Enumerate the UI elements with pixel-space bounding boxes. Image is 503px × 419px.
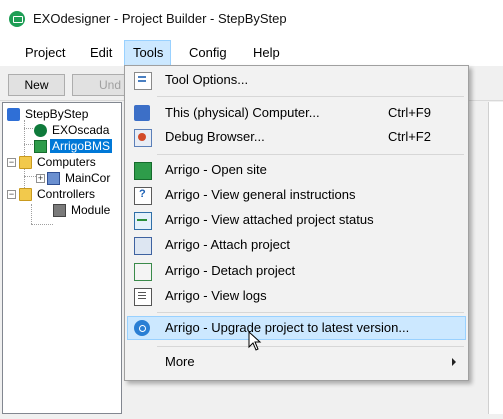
menu-item-tool-options[interactable]: Tool Options... — [127, 68, 466, 92]
menu-item-arrigo-project-status[interactable]: Arrigo - View attached project status — [127, 208, 466, 232]
project-status-icon — [134, 212, 152, 230]
tree-item-stepbystep[interactable]: StepByStep — [7, 106, 90, 122]
project-tree[interactable]: StepByStep EXOscada ArrigoBMS − Computer… — [2, 102, 122, 414]
menu-item-arrigo-instructions[interactable]: Arrigo - View general instructions — [127, 183, 466, 207]
menu-help[interactable]: Help — [245, 40, 288, 66]
tree-guide-line — [24, 144, 33, 145]
expand-icon[interactable]: + — [36, 174, 45, 183]
app-window: EXOdesigner - Project Builder - StepBySt… — [0, 0, 503, 419]
computer-icon — [134, 105, 150, 121]
menu-item-this-computer[interactable]: This (physical) Computer... Ctrl+F9 — [127, 101, 466, 125]
tree-guide-line — [24, 176, 36, 177]
tree-guide-line — [24, 128, 33, 129]
tool-options-icon — [134, 72, 152, 90]
new-button[interactable]: New — [8, 74, 65, 96]
tree-item-maincomputer[interactable]: + MainCor — [36, 170, 112, 186]
menu-separator — [157, 96, 464, 97]
undo-button[interactable]: Und — [72, 74, 132, 96]
submenu-arrow-icon — [452, 358, 456, 366]
computer-icon — [47, 172, 60, 185]
logs-icon — [134, 288, 152, 306]
project-icon — [7, 108, 20, 121]
arrigo-site-icon — [34, 140, 47, 153]
tree-item-module[interactable]: Module — [53, 202, 112, 218]
menu-item-arrigo-detach[interactable]: Arrigo - Detach project — [127, 259, 466, 283]
tools-dropdown-menu: Tool Options... This (physical) Computer… — [124, 65, 469, 381]
menu-edit[interactable]: Edit — [82, 40, 120, 66]
detach-icon — [134, 263, 152, 281]
menu-separator — [157, 346, 464, 347]
menu-separator — [157, 312, 464, 313]
menu-config[interactable]: Config — [181, 40, 235, 66]
tree-item-controllers[interactable]: − Controllers — [7, 186, 97, 202]
folder-icon — [19, 188, 32, 201]
collapse-icon[interactable]: − — [7, 158, 16, 167]
menu-item-arrigo-upgrade[interactable]: Arrigo - Upgrade project to latest versi… — [127, 316, 466, 340]
app-logo-icon — [9, 11, 25, 27]
menu-item-arrigo-attach[interactable]: Arrigo - Attach project — [127, 233, 466, 257]
menu-item-arrigo-logs[interactable]: Arrigo - View logs — [127, 284, 466, 308]
upgrade-icon — [134, 320, 150, 336]
mouse-cursor-icon — [248, 331, 262, 351]
menu-item-arrigo-open-site[interactable]: Arrigo - Open site — [127, 158, 466, 182]
menu-bar: Project Edit Tools Config Help — [0, 40, 503, 66]
menu-item-more[interactable]: More — [127, 350, 466, 374]
folder-icon — [19, 156, 32, 169]
tree-item-computers[interactable]: − Computers — [7, 154, 98, 170]
module-icon — [53, 204, 66, 217]
tree-guide-line — [31, 224, 53, 225]
title-bar: EXOdesigner - Project Builder - StepBySt… — [0, 0, 503, 40]
tree-guide-line — [31, 204, 32, 224]
menu-tools[interactable]: Tools — [124, 40, 171, 66]
menu-project[interactable]: Project — [17, 40, 73, 66]
tree-item-arrigobms[interactable]: ArrigoBMS — [34, 138, 113, 154]
collapse-icon[interactable]: − — [7, 190, 16, 199]
attach-icon — [134, 237, 152, 255]
instructions-icon — [134, 187, 152, 205]
scada-icon — [34, 124, 47, 137]
menu-item-debug-browser[interactable]: Debug Browser... Ctrl+F2 — [127, 125, 466, 149]
debug-browser-icon — [134, 129, 152, 147]
right-panel-edge — [488, 102, 503, 414]
tree-item-exoscada[interactable]: EXOscada — [34, 122, 111, 138]
arrigo-site-icon — [134, 162, 152, 180]
menu-separator — [157, 154, 464, 155]
window-title: EXOdesigner - Project Builder - StepBySt… — [33, 11, 287, 26]
